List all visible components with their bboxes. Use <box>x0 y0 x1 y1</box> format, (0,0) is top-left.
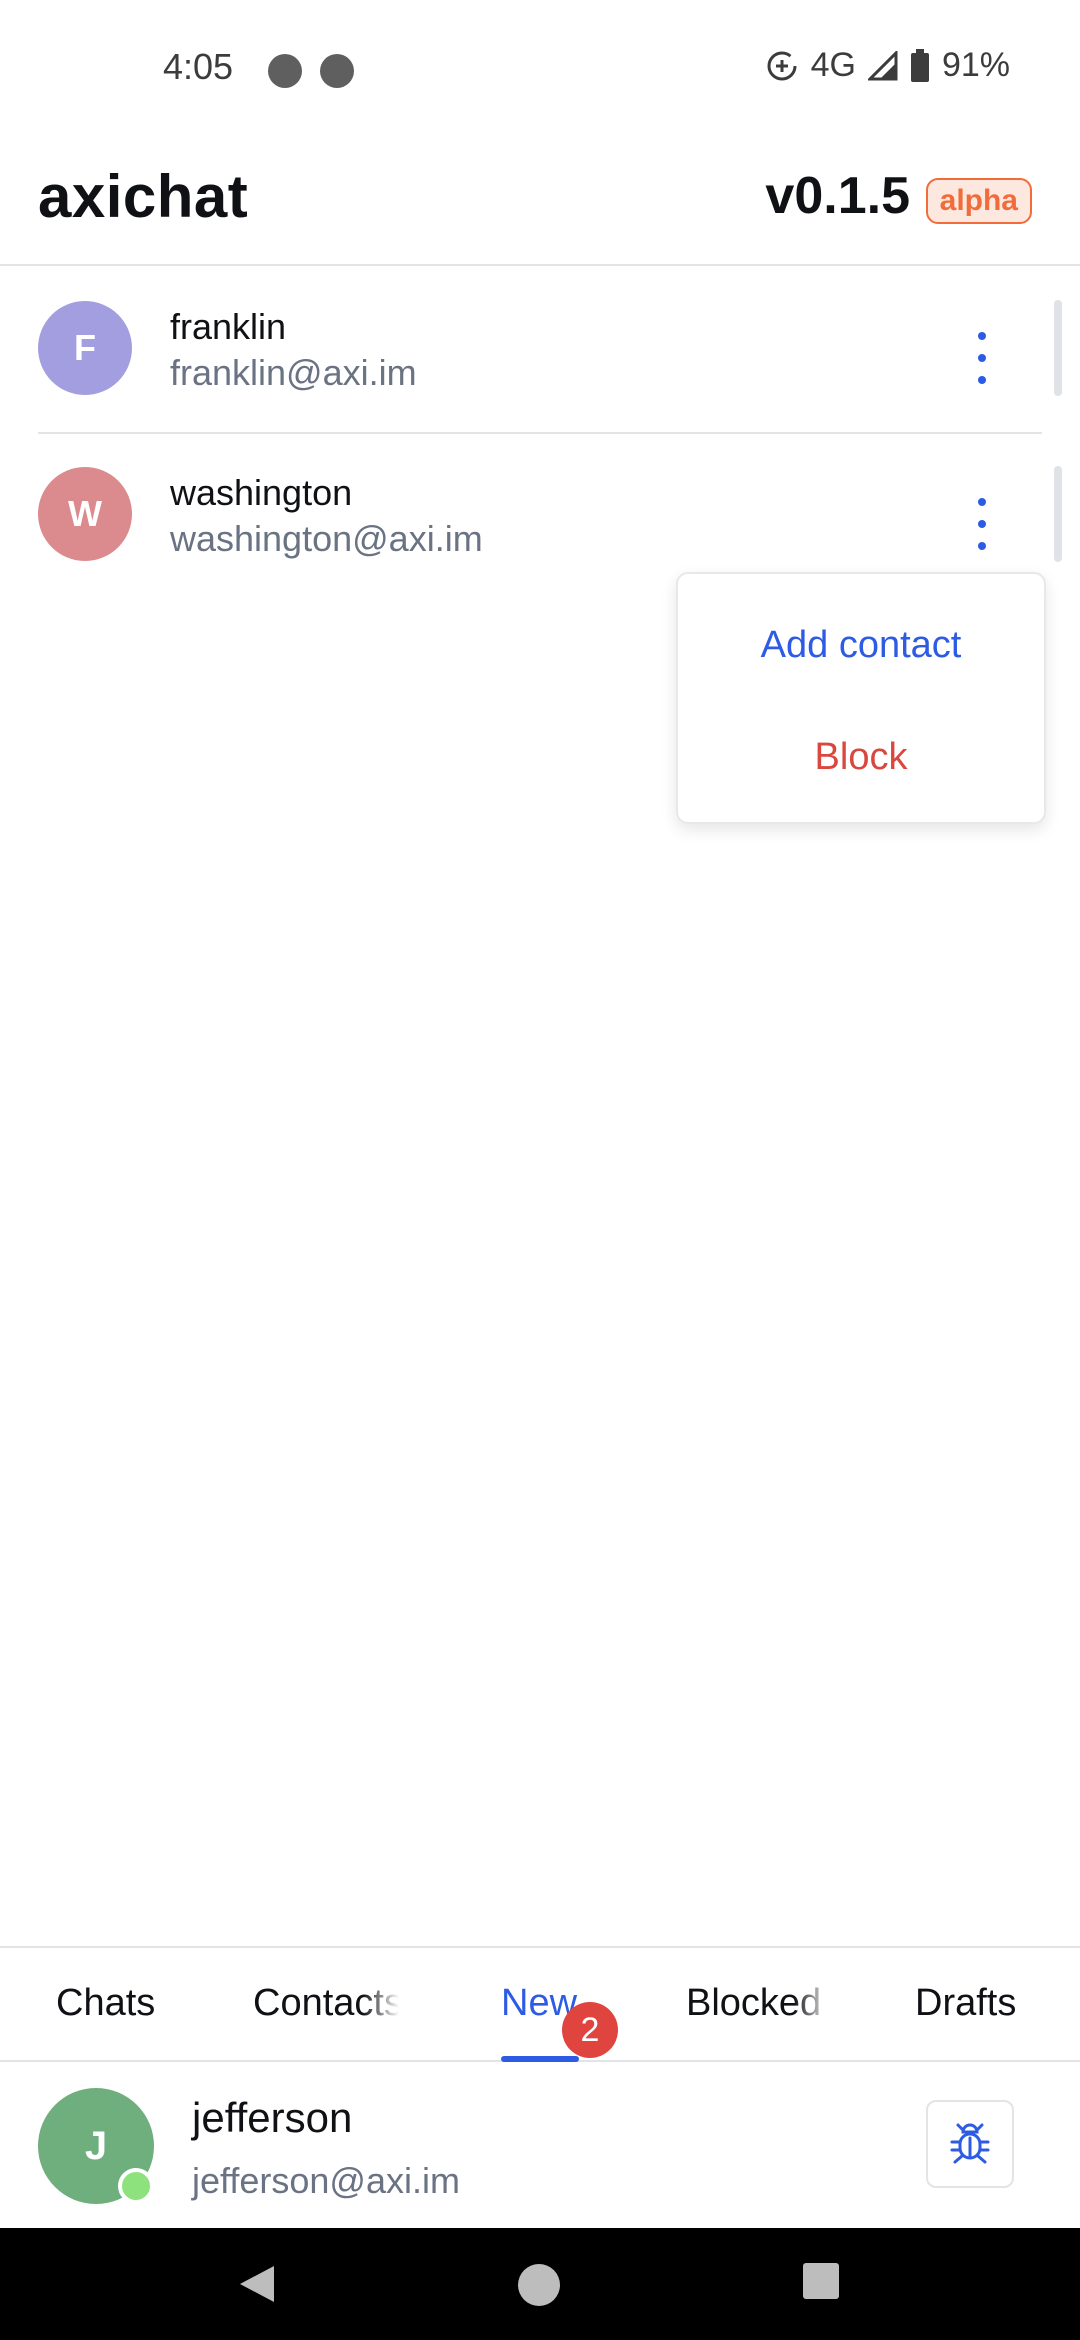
tab-blocked[interactable]: Blocked <box>686 1982 830 2025</box>
alpha-badge: alpha <box>925 178 1032 224</box>
avatar: W <box>38 467 132 561</box>
data-saver-icon <box>765 49 799 83</box>
account-email: jefferson@axi.im <box>192 2160 460 2201</box>
tab-chats[interactable]: Chats <box>56 1982 155 2025</box>
more-options-icon[interactable] <box>962 494 1002 554</box>
contact-options-menu: Add contact Block <box>676 572 1046 824</box>
bug-icon <box>950 2123 990 2164</box>
block-menu-item[interactable]: Block <box>678 736 1044 779</box>
status-indicators: 4G 91% <box>765 46 1010 85</box>
more-options-icon[interactable] <box>962 328 1002 388</box>
account-footer: J jefferson jefferson@axi.im <box>0 2062 1080 2228</box>
list-item[interactable]: F franklin franklin@axi.im <box>0 268 1080 434</box>
status-bar: 4:05 4G 91% <box>0 0 1080 140</box>
app-title: axichat <box>38 163 249 230</box>
signal-icon <box>867 50 898 81</box>
notification-dot-icon <box>320 54 354 88</box>
account-name: jefferson <box>192 2094 353 2141</box>
contact-email: washington@axi.im <box>170 518 483 559</box>
contact-name: franklin <box>170 306 287 347</box>
recents-button[interactable] <box>802 2262 840 2300</box>
avatar: F <box>38 301 132 395</box>
home-icon <box>518 2264 560 2306</box>
bottom-tab-bar: Chats Contacts New Blocked Drafts <box>0 1946 1080 2062</box>
home-button[interactable] <box>516 2262 562 2308</box>
scroll-indicator <box>1054 466 1062 562</box>
online-status-indicator <box>118 2168 154 2204</box>
new-count-badge: 2 <box>562 2002 618 2058</box>
add-contact-menu-item[interactable]: Add contact <box>678 624 1044 667</box>
scroll-indicator <box>1054 300 1062 396</box>
system-navigation-bar <box>0 2228 1080 2340</box>
tab-contacts[interactable]: Contacts <box>253 1982 399 2025</box>
back-button[interactable] <box>236 2262 276 2306</box>
recents-icon <box>803 2263 839 2299</box>
contact-email: franklin@axi.im <box>170 352 417 393</box>
tab-drafts[interactable]: Drafts <box>915 1982 1016 2025</box>
back-icon <box>240 2266 274 2302</box>
network-type: 4G <box>810 46 856 84</box>
battery-percentage: 91% <box>941 46 1010 84</box>
status-time: 4:05 <box>163 46 234 87</box>
battery-icon <box>910 48 930 83</box>
notification-dot-icon <box>268 54 302 88</box>
contact-name: washington <box>170 472 353 513</box>
app-version: v0.1.5 <box>765 167 910 225</box>
app-bar: axichat v0.1.5 alpha <box>0 140 1080 266</box>
bug-report-button[interactable] <box>926 2100 1014 2188</box>
